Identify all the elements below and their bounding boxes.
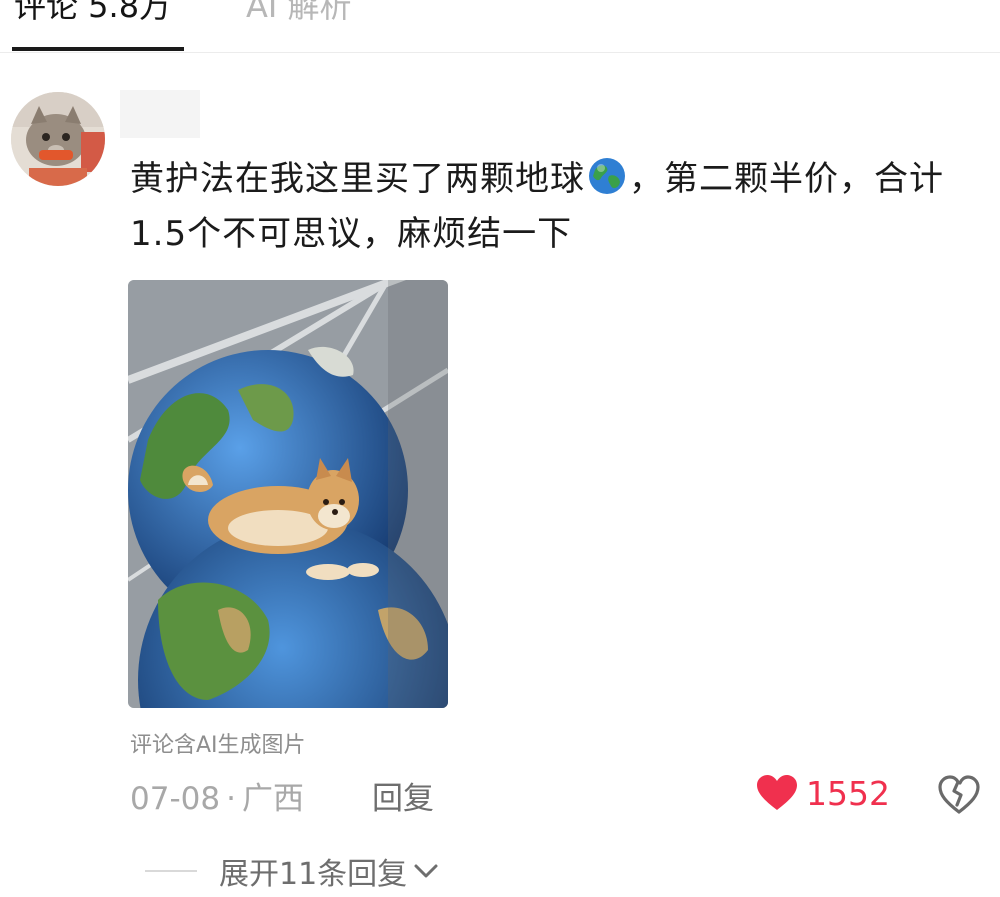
comment-text-part1: 黄护法在我这里买了两颗地球 bbox=[130, 159, 585, 199]
heart-icon bbox=[757, 775, 797, 810]
chevron-down-icon bbox=[414, 864, 438, 878]
comment-tabs: 评论 5.8万 AI 解析 bbox=[0, 0, 1000, 53]
username-placeholder[interactable] bbox=[120, 90, 200, 138]
broken-heart-icon bbox=[938, 775, 980, 814]
avatar[interactable] bbox=[11, 92, 105, 186]
tab-ai-analysis[interactable]: AI 解析 bbox=[246, 0, 352, 26]
active-tab-indicator bbox=[12, 47, 184, 51]
expand-replies-label: 展开11条回复 bbox=[219, 857, 408, 892]
like-count: 1552 bbox=[806, 773, 890, 813]
like-button[interactable]: 1552 bbox=[756, 772, 890, 814]
globe-emoji bbox=[587, 156, 627, 196]
comment-meta: 07-08 · 广西 bbox=[130, 773, 304, 818]
meta-separator: · bbox=[226, 781, 236, 817]
ai-generated-image-note: 评论含AI生成图片 bbox=[130, 733, 306, 758]
dislike-button[interactable] bbox=[938, 775, 980, 815]
comment-date: 07-08 bbox=[130, 781, 221, 817]
comment-image-dog-on-globes[interactable] bbox=[128, 280, 448, 708]
comment-location: 广西 bbox=[241, 781, 304, 817]
comment-text: 黄护法在我这里买了两颗地球 ，第二颗半价，合计1.5个不可思议，麻烦结一下 bbox=[130, 152, 990, 262]
expand-replies[interactable]: 展开11条回复 bbox=[145, 850, 439, 892]
tab-comments[interactable]: 评论 5.8万 bbox=[14, 0, 171, 26]
expand-divider bbox=[145, 870, 197, 872]
reply-button[interactable]: 回复 bbox=[372, 773, 434, 818]
